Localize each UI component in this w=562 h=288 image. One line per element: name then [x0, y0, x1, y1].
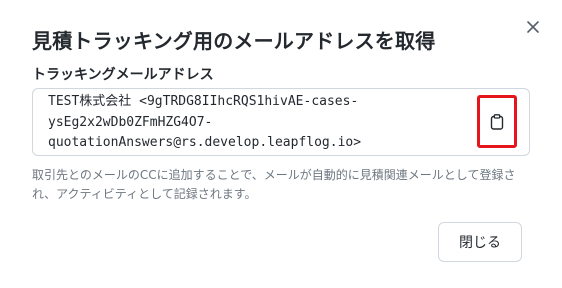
close-icon[interactable]	[527, 21, 539, 33]
tracking-email-address[interactable]: TEST株式会社 <9gTRDG8IIhcRQS1hivAE-cases- ys…	[48, 92, 463, 154]
clipboard-icon[interactable]	[490, 113, 504, 130]
tracking-email-box: TEST株式会社 <9gTRDG8IIhcRQS1hivAE-cases- ys…	[32, 88, 530, 156]
email-address-dialog: 見積トラッキング用のメールアドレスを取得 トラッキングメールアドレス TEST株…	[0, 0, 562, 288]
copy-button[interactable]	[477, 95, 517, 148]
dialog-title: 見積トラッキング用のメールアドレスを取得	[32, 29, 436, 53]
address-line: ysEg2x2wDb0ZFmHZG4O7-	[48, 114, 213, 130]
close-dialog-button[interactable]: 閉じる	[438, 222, 522, 262]
description-text: 取引先とのメールのCCに追加することで、メールが自動的に見積関連メールとして登録…	[32, 168, 516, 201]
tracking-email-label: トラッキングメールアドレス	[32, 67, 214, 83]
address-line: quotationAnswers@rs.develop.leapflog.io>	[48, 135, 362, 150]
close-button[interactable]	[522, 16, 544, 38]
address-line: TEST株式会社 <9gTRDG8IIhcRQS1hivAE-cases-	[48, 94, 359, 109]
